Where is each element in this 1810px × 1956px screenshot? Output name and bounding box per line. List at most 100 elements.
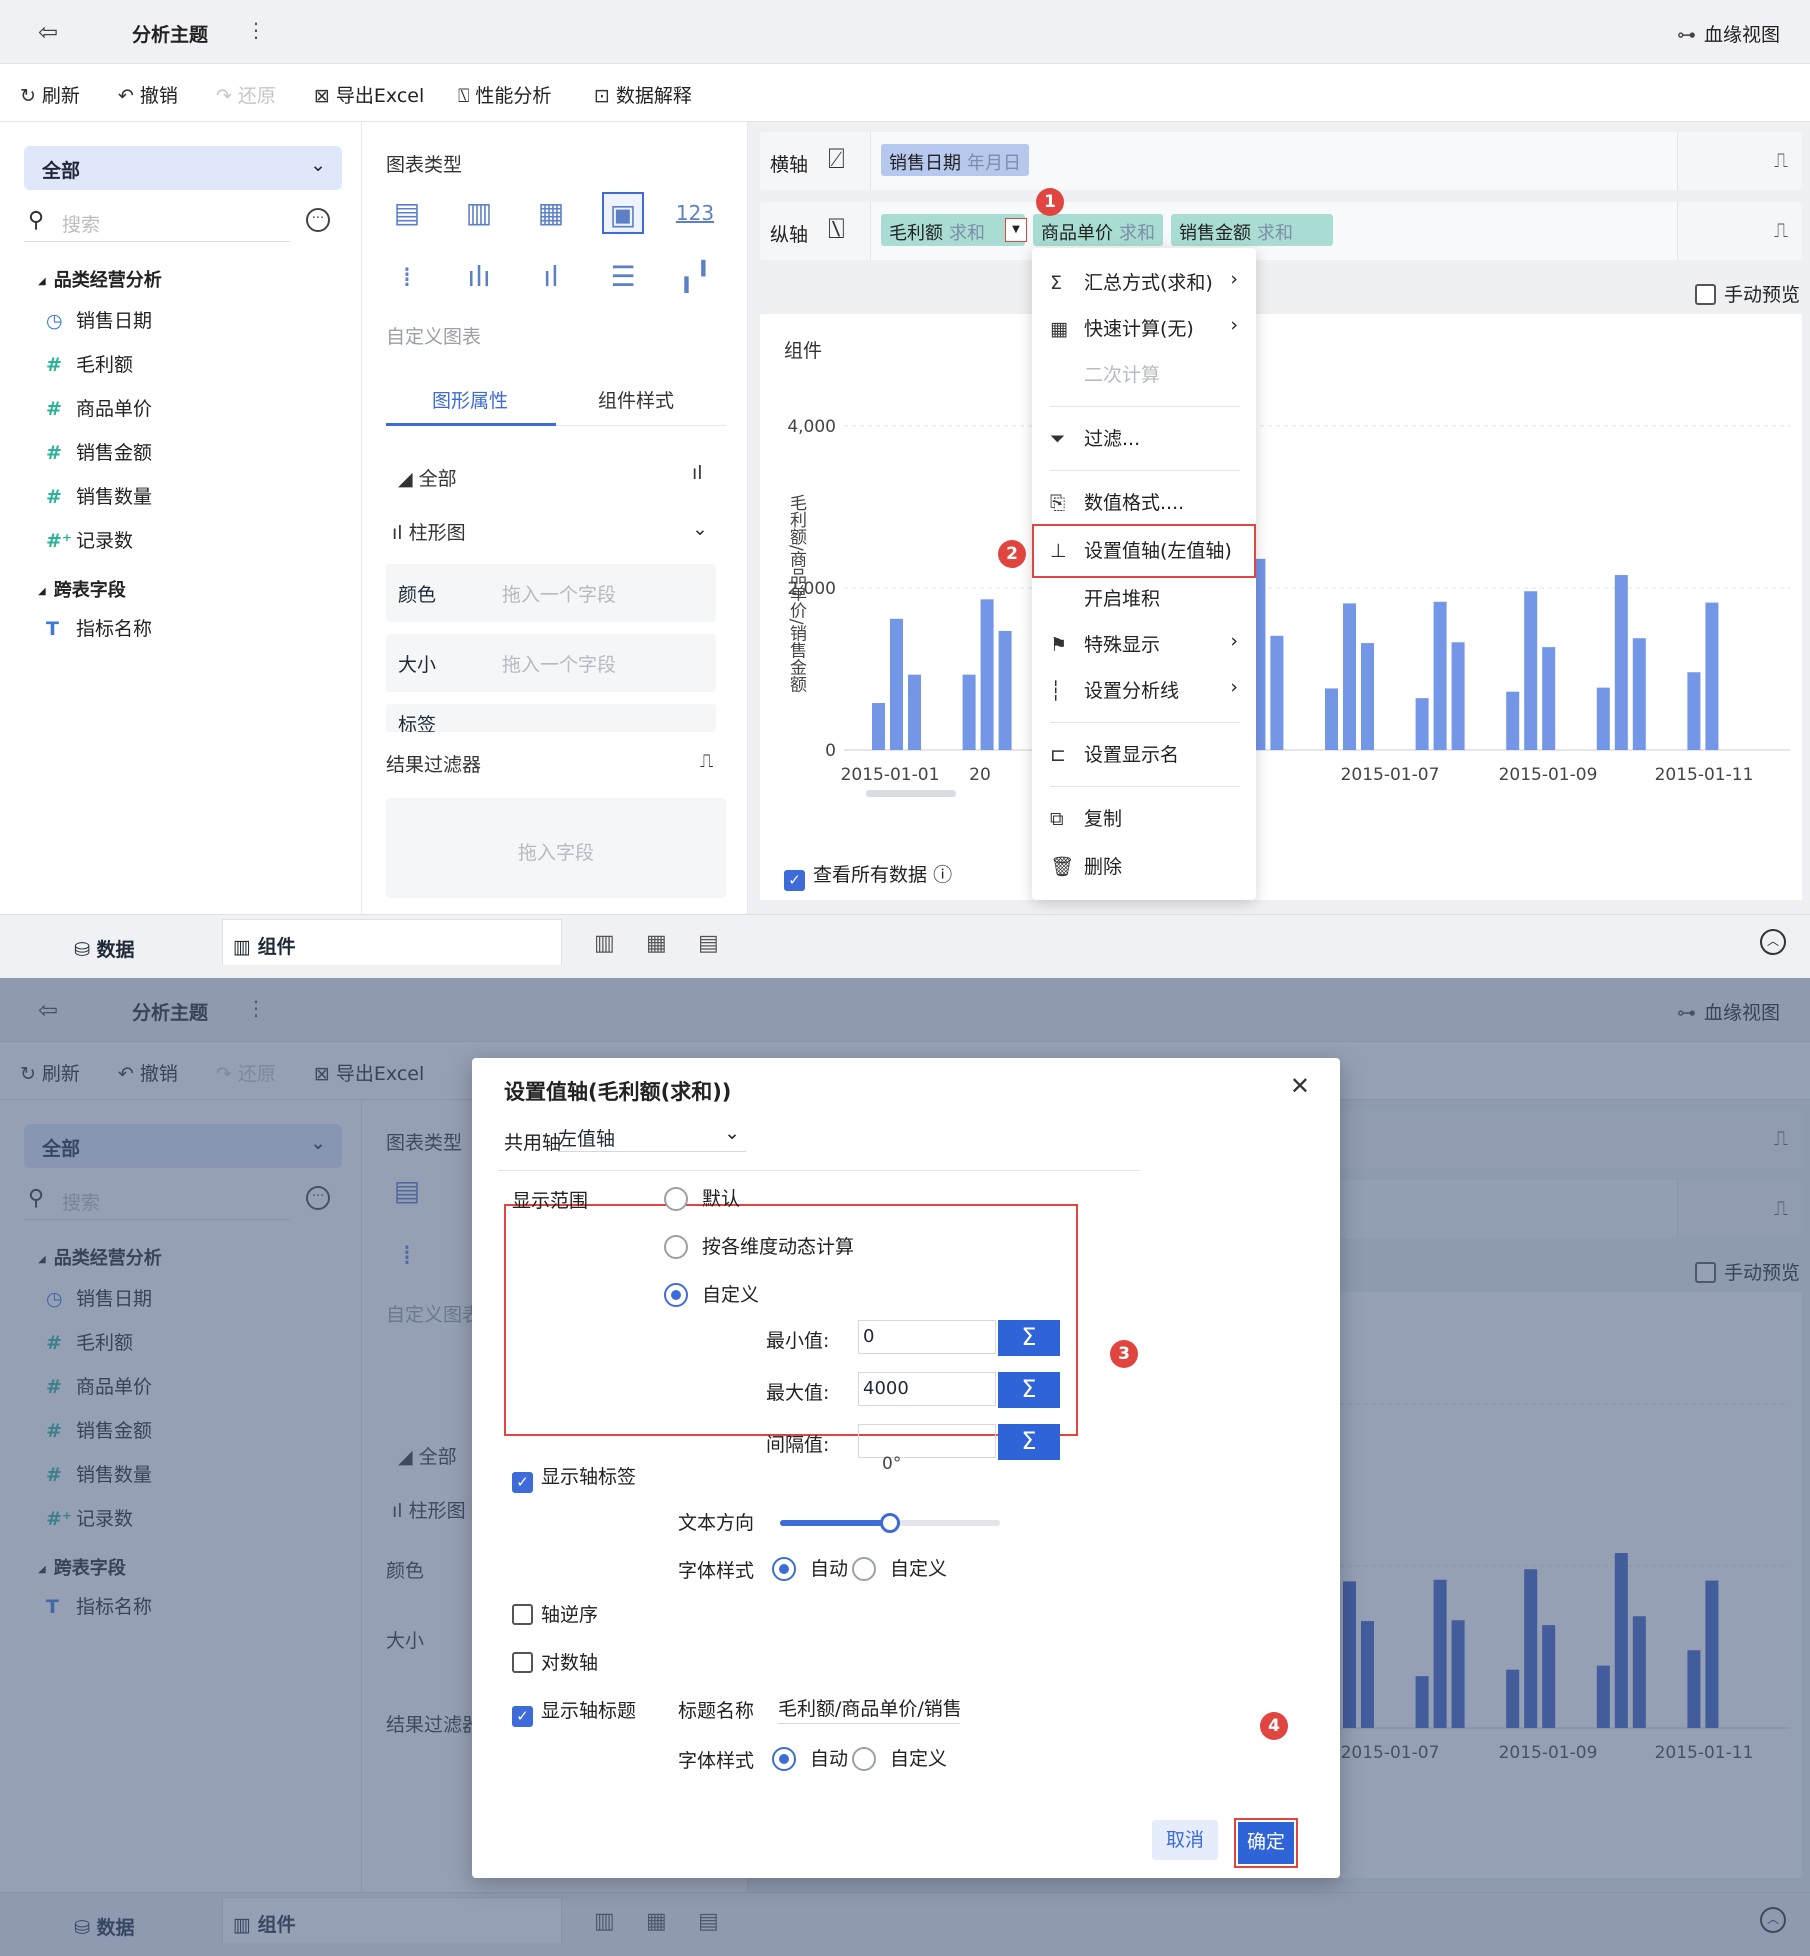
custom-chart-label[interactable]: 自定义图表: [386, 322, 481, 349]
menu-secondary-calc[interactable]: 二次计算: [1050, 360, 1240, 387]
lock-icon[interactable]: ⎍: [1774, 148, 1788, 172]
tab-graph-props[interactable]: 图形属性: [432, 386, 508, 413]
undo-button[interactable]: ↶撤销: [118, 81, 178, 108]
column-chart-icon[interactable]: ıl: [530, 256, 572, 298]
x-field-pill[interactable]: 销售日期 年月日: [881, 144, 1029, 176]
label-slot[interactable]: 标签: [386, 704, 716, 732]
result-filter-drop[interactable]: 拖入字段: [386, 798, 726, 898]
menu-delete[interactable]: 🗑 删除: [1050, 852, 1240, 879]
menu-stack[interactable]: 开启堆积: [1050, 584, 1240, 611]
y-field-pill-sales[interactable]: 销售金额求和: [1171, 214, 1333, 246]
group-category[interactable]: 品类经营分析: [38, 266, 162, 292]
reverse-axis-checkbox[interactable]: 轴逆序: [512, 1600, 598, 1627]
font-auto-radio[interactable]: 自动: [772, 1554, 848, 1581]
field-unit-price[interactable]: # 商品单价: [46, 394, 152, 421]
field-metric-name[interactable]: T 指标名称: [46, 614, 152, 641]
min-formula-button[interactable]: Σ: [998, 1320, 1060, 1356]
tab-component-style[interactable]: 组件样式: [598, 386, 674, 413]
perf-button[interactable]: ⍂ 性能分析: [458, 81, 551, 108]
dropdown-caret-icon[interactable]: ▼: [1005, 218, 1027, 242]
add-chart-icon[interactable]: ▥: [594, 931, 615, 956]
group-cross[interactable]: 跨表字段: [38, 576, 126, 602]
max-input[interactable]: 4000: [858, 1372, 996, 1406]
bar-chart[interactable]: 4,0002,0000毛利额/商品单价/销售金额2015-01-01200520…: [760, 314, 1802, 854]
stacked-bar-icon[interactable]: ☰: [602, 256, 644, 298]
size-slot[interactable]: 大小 拖入一个字段: [386, 634, 716, 692]
component-tab[interactable]: ▥ 组件: [222, 919, 562, 965]
menu-summary[interactable]: Σ 汇总方式(求和) ›: [1050, 268, 1240, 295]
y-field-pill-price[interactable]: 商品单价 求和: [1033, 214, 1163, 246]
min-input[interactable]: 0: [858, 1320, 996, 1354]
menu-number-format[interactable]: ⎘ 数值格式....: [1050, 488, 1240, 515]
auto-chart-icon[interactable]: ▣: [602, 192, 644, 234]
more-icon[interactable]: ⋮: [246, 18, 266, 42]
waterfall-icon[interactable]: ╻╹: [674, 256, 716, 298]
add-table-icon[interactable]: ▦: [646, 931, 667, 956]
bar-type-select[interactable]: ıl 柱形图: [392, 518, 466, 545]
back-icon[interactable]: ⇦: [38, 18, 58, 46]
slider-knob[interactable]: [880, 1513, 900, 1533]
manual-preview-checkbox[interactable]: 手动预览: [1694, 280, 1800, 307]
show-axis-title-checkbox[interactable]: ✓ 显示轴标题: [512, 1696, 636, 1727]
show-axis-label-checkbox[interactable]: ✓ 显示轴标签: [512, 1462, 636, 1493]
x-axis-icon[interactable]: ⍁: [828, 142, 845, 176]
range-custom-radio[interactable]: 自定义: [664, 1280, 759, 1307]
more-options-icon[interactable]: ···: [306, 208, 330, 232]
field-record-count[interactable]: #⁺记录数: [46, 526, 133, 553]
ok-button[interactable]: 确定: [1234, 1818, 1298, 1868]
title-font-auto-radio[interactable]: 自动: [772, 1744, 848, 1771]
grouped-bar-icon[interactable]: ⁞: [386, 256, 428, 298]
interval-formula-button[interactable]: Σ: [998, 1424, 1060, 1460]
add-text-icon[interactable]: ▤: [698, 931, 719, 956]
search-input[interactable]: ⚲ 搜索: [24, 202, 290, 242]
close-icon[interactable]: ✕: [1290, 1072, 1310, 1100]
title-font-custom-radio[interactable]: 自定义: [852, 1744, 947, 1771]
explain-button[interactable]: ⊡ 数据解释: [594, 81, 692, 108]
lock-icon[interactable]: ⎍: [700, 750, 713, 772]
field-date[interactable]: ◷ 销售日期: [46, 306, 152, 333]
all-node[interactable]: ◢ 全部: [398, 464, 457, 491]
menu-display-name[interactable]: ⊏ 设置显示名: [1050, 740, 1240, 767]
menu-special-display[interactable]: ⚑ 特殊显示 ›: [1050, 630, 1240, 657]
see-all-data-checkbox[interactable]: ✓ 查看所有数据 ⓘ: [784, 860, 952, 891]
detail-table-icon[interactable]: ▦: [530, 192, 572, 234]
x-axis-drop[interactable]: 销售日期 年月日: [870, 132, 1678, 190]
field-gross-profit[interactable]: # 毛利额: [46, 350, 133, 377]
interval-input[interactable]: [858, 1424, 996, 1458]
range-default-radio[interactable]: 默认: [664, 1184, 740, 1211]
chevron-down-icon[interactable]: ⌄: [692, 518, 708, 540]
field-sales-qty[interactable]: # 销售数量: [46, 482, 152, 509]
menu-copy[interactable]: ⧉ 复制: [1050, 804, 1240, 831]
share-axis-select[interactable]: 左值轴 ⌄: [558, 1122, 746, 1152]
bar-icon[interactable]: ıl: [692, 462, 703, 484]
chevron-up-icon[interactable]: ︿: [1760, 929, 1786, 955]
kpi-icon[interactable]: 123: [674, 192, 716, 234]
text-direction-slider[interactable]: [780, 1513, 1000, 1533]
font-custom-radio[interactable]: 自定义: [852, 1554, 947, 1581]
menu-analysis-line[interactable]: ┆ 设置分析线 ›: [1050, 676, 1240, 703]
y-axis-drop[interactable]: 毛利额 求和 ▼ 商品单价 求和 销售金额 求和: [870, 202, 1678, 260]
max-formula-button[interactable]: Σ: [998, 1372, 1060, 1408]
log-axis-checkbox[interactable]: 对数轴: [512, 1648, 598, 1675]
color-slot[interactable]: 颜色 拖入一个字段: [386, 564, 716, 622]
export-excel-button[interactable]: ⊠导出Excel: [314, 81, 424, 108]
lineage-button[interactable]: ⊶ 血缘视图: [1677, 20, 1780, 47]
redo-button[interactable]: ↷还原: [216, 81, 276, 108]
menu-filter[interactable]: ⏷ 过滤...: [1050, 424, 1240, 451]
y-field-pill-profit[interactable]: 毛利额 求和 ▼: [881, 214, 1027, 246]
field-sales-amount[interactable]: # 销售金额: [46, 438, 152, 465]
title-name-input[interactable]: 毛利额/商品单价/销售金...: [778, 1694, 960, 1724]
range-dynamic-radio[interactable]: 按各维度动态计算: [664, 1232, 854, 1259]
menu-quick-calc[interactable]: ▦ 快速计算(无) ›: [1050, 314, 1240, 341]
table-chart-icon[interactable]: ▤: [386, 192, 428, 234]
menu-set-value-axis[interactable]: ⊥ 设置值轴(左值轴): [1050, 536, 1240, 563]
table-selector[interactable]: 全部 ⌄: [24, 146, 342, 190]
y-axis-icon[interactable]: ⍂: [828, 212, 845, 246]
refresh-button[interactable]: ↻刷新: [20, 81, 80, 108]
cancel-button[interactable]: 取消: [1152, 1820, 1218, 1860]
data-tab[interactable]: ⛁ 数据: [74, 935, 135, 962]
info-icon[interactable]: ⓘ: [933, 864, 952, 886]
lock-icon[interactable]: ⎍: [1774, 218, 1788, 242]
crosstab-icon[interactable]: ▥: [458, 192, 500, 234]
bar-chart-icon[interactable]: ılı: [458, 256, 500, 298]
